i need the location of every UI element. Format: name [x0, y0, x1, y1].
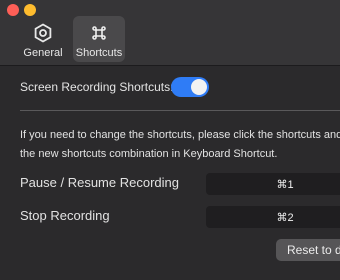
toggle-knob: [191, 79, 207, 95]
recording-shortcuts-toggle[interactable]: [171, 77, 209, 97]
instructions-text: If you need to change the shortcuts, ple…: [20, 126, 340, 164]
close-window-button[interactable]: [7, 4, 19, 16]
tab-general[interactable]: General: [13, 16, 73, 62]
tab-shortcuts[interactable]: Shortcuts: [73, 16, 125, 62]
pause-resume-label: Pause / Resume Recording: [20, 175, 179, 190]
minimize-window-button[interactable]: [24, 4, 36, 16]
stop-recording-shortcut-field[interactable]: ⌘2: [206, 206, 340, 228]
divider: [20, 110, 340, 111]
instructions-line-2: the new shortcuts combination in Keyboar…: [20, 148, 278, 160]
general-settings-icon: [32, 22, 54, 44]
preferences-window: General Shortcuts Screen Recording Short…: [0, 0, 340, 280]
tab-shortcuts-label: Shortcuts: [75, 47, 123, 59]
instructions-line-1: If you need to change the shortcuts, ple…: [20, 129, 340, 141]
pause-resume-shortcut-field[interactable]: ⌘1: [206, 173, 340, 195]
tab-general-label: General: [23, 47, 63, 59]
stop-recording-label: Stop Recording: [20, 208, 110, 223]
recording-shortcuts-label: Screen Recording Shortcuts:: [20, 80, 174, 94]
reset-to-default-button[interactable]: Reset to de: [276, 239, 340, 261]
recording-shortcuts-row: Screen Recording Shortcuts:: [20, 76, 173, 98]
command-key-icon: [88, 22, 110, 44]
title-bar: General Shortcuts: [0, 0, 340, 66]
